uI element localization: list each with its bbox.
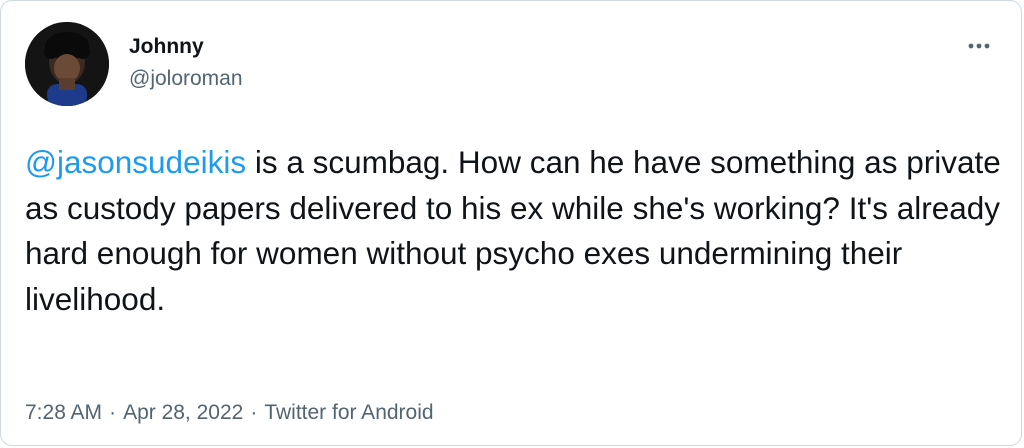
tweet-text: @jasonsudeikis is a scumbag. How can he … bbox=[25, 140, 1005, 322]
tweet-time[interactable]: 7:28 AM bbox=[25, 401, 102, 424]
tweet-card: Johnny @joloroman @jasonsudeikis is a sc… bbox=[0, 0, 1022, 446]
meta-separator: · bbox=[250, 401, 258, 424]
tweet-source[interactable]: Twitter for Android bbox=[264, 401, 433, 424]
tweet-meta: 7:28 AM · Apr 28, 2022 · Twitter for Android bbox=[25, 401, 434, 425]
tweet-date[interactable]: Apr 28, 2022 bbox=[123, 401, 243, 424]
handle[interactable]: @joloroman bbox=[129, 67, 243, 91]
avatar-image bbox=[25, 22, 109, 106]
more-options-button[interactable] bbox=[959, 31, 999, 61]
meta-separator: · bbox=[109, 401, 117, 424]
display-name[interactable]: Johnny bbox=[129, 35, 204, 59]
mention-link[interactable]: @jasonsudeikis bbox=[25, 144, 246, 180]
more-horizontal-icon bbox=[968, 43, 990, 49]
avatar[interactable] bbox=[25, 22, 109, 106]
